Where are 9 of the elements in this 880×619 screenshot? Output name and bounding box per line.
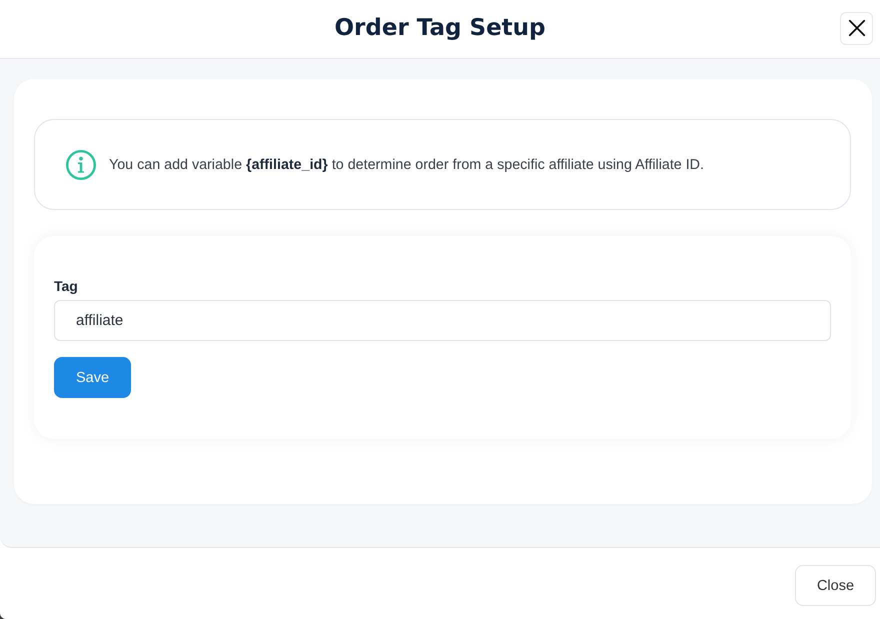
close-dialog-button[interactable]: Close: [795, 565, 876, 606]
save-button[interactable]: Save: [54, 357, 131, 398]
close-button[interactable]: [840, 12, 873, 44]
info-icon: [66, 150, 96, 180]
info-message: You can add variable {affiliate_id} to determine order from a specific affiliate using Affiliate ID.: [109, 156, 704, 172]
tag-input-field[interactable]: affiliate: [54, 300, 831, 341]
dialog-title: Order Tag Setup: [334, 15, 546, 43]
tag-label: Tag: [54, 278, 78, 294]
close-icon: [848, 19, 866, 37]
